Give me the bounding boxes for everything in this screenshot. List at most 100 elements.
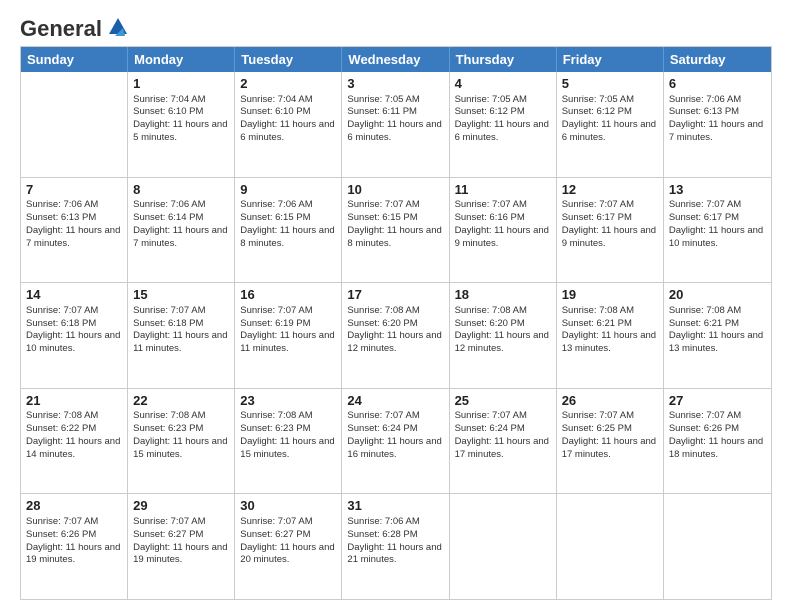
daylight: Daylight: 11 hours and 6 minutes. xyxy=(455,119,549,143)
sunset: Sunset: 6:20 PM xyxy=(455,318,525,329)
daylight: Daylight: 11 hours and 6 minutes. xyxy=(240,119,334,143)
day-number: 22 xyxy=(133,392,229,410)
calendar-cell: 13Sunrise: 7:07 AMSunset: 6:17 PMDayligh… xyxy=(664,178,771,283)
day-number: 3 xyxy=(347,75,443,93)
sunset: Sunset: 6:17 PM xyxy=(562,212,632,223)
daylight: Daylight: 11 hours and 11 minutes. xyxy=(240,330,334,354)
daylight: Daylight: 11 hours and 10 minutes. xyxy=(26,330,120,354)
sunset: Sunset: 6:11 PM xyxy=(347,106,417,117)
sunset: Sunset: 6:18 PM xyxy=(133,318,203,329)
weekday-header: Wednesday xyxy=(342,47,449,72)
calendar-header: SundayMondayTuesdayWednesdayThursdayFrid… xyxy=(21,47,771,72)
daylight: Daylight: 11 hours and 8 minutes. xyxy=(240,225,334,249)
day-number: 8 xyxy=(133,181,229,199)
day-number: 2 xyxy=(240,75,336,93)
day-number: 15 xyxy=(133,286,229,304)
logo-icon xyxy=(105,14,131,40)
sunrise: Sunrise: 7:05 AM xyxy=(562,94,634,105)
calendar: SundayMondayTuesdayWednesdayThursdayFrid… xyxy=(20,46,772,600)
daylight: Daylight: 11 hours and 8 minutes. xyxy=(347,225,441,249)
day-number: 20 xyxy=(669,286,766,304)
day-number: 7 xyxy=(26,181,122,199)
day-number: 28 xyxy=(26,497,122,515)
sunrise: Sunrise: 7:05 AM xyxy=(455,94,527,105)
day-number: 26 xyxy=(562,392,658,410)
calendar-row: 28Sunrise: 7:07 AM Sunset: 6:26 PM Dayligh… xyxy=(21,494,771,599)
calendar-cell xyxy=(664,494,771,599)
calendar-cell: 25Sunrise: 7:07 AMSunset: 6:24 PMDayligh… xyxy=(450,389,557,494)
sunrise: Sunrise: 7:07 AM xyxy=(455,199,527,210)
calendar-cell: 23Sunrise: 7:08 AMSunset: 6:23 PMDayligh… xyxy=(235,389,342,494)
calendar-cell: 30Sunrise: 7:07 AMSunset: 6:27 PMDayligh… xyxy=(235,494,342,599)
weekday-header: Tuesday xyxy=(235,47,342,72)
sunrise: Sunrise: 7:06 AM xyxy=(669,94,741,105)
sunrise: Sunrise: 7:07 AM xyxy=(669,410,741,421)
sunrise: Sunrise: 7:08 AM xyxy=(455,305,527,316)
weekday-header: Monday xyxy=(128,47,235,72)
sunrise: Sunrise: 7:07 AM xyxy=(347,199,419,210)
calendar-cell: 8Sunrise: 7:06 AMSunset: 6:14 PMDaylight… xyxy=(128,178,235,283)
sunset: Sunset: 6:13 PM xyxy=(26,212,96,223)
daylight: Daylight: 11 hours and 11 minutes. xyxy=(133,330,227,354)
sunrise: Sunrise: 7:08 AM xyxy=(347,305,419,316)
day-number: 12 xyxy=(562,181,658,199)
page: General SundayMondayTuesdayWednesdayThur… xyxy=(0,0,792,612)
daylight: Daylight: 11 hours and 12 minutes. xyxy=(347,330,441,354)
day-number: 1 xyxy=(133,75,229,93)
calendar-cell: 16Sunrise: 7:07 AMSunset: 6:19 PMDayligh… xyxy=(235,283,342,388)
calendar-cell: 21Sunrise: 7:08 AMSunset: 6:22 PMDayligh… xyxy=(21,389,128,494)
weekday-header: Sunday xyxy=(21,47,128,72)
sunrise: Sunrise: 7:07 AM xyxy=(669,199,741,210)
calendar-row: 1Sunrise: 7:04 AMSunset: 6:10 PMDaylight… xyxy=(21,72,771,178)
day-number: 23 xyxy=(240,392,336,410)
day-number: 13 xyxy=(669,181,766,199)
daylight: Daylight: 11 hours and 13 minutes. xyxy=(669,330,763,354)
calendar-body: 1Sunrise: 7:04 AMSunset: 6:10 PMDaylight… xyxy=(21,72,771,599)
sunrise: Sunrise: 7:06 AM xyxy=(133,199,205,210)
sunrise: Sunrise: 7:07 AM xyxy=(347,410,419,421)
daylight: Daylight: 11 hours and 13 minutes. xyxy=(562,330,656,354)
calendar-cell: 24Sunrise: 7:07 AMSunset: 6:24 PMDayligh… xyxy=(342,389,449,494)
sunset: Sunset: 6:18 PM xyxy=(26,318,96,329)
sunset: Sunset: 6:26 PM xyxy=(26,529,96,540)
sunrise: Sunrise: 7:08 AM xyxy=(669,305,741,316)
sunrise: Sunrise: 7:08 AM xyxy=(562,305,634,316)
sunset: Sunset: 6:23 PM xyxy=(240,423,310,434)
sunrise: Sunrise: 7:05 AM xyxy=(347,94,419,105)
calendar-cell: 20Sunrise: 7:08 AM Sunset: 6:21 PMDayligh… xyxy=(664,283,771,388)
calendar-cell: 12Sunrise: 7:07 AMSunset: 6:17 PMDayligh… xyxy=(557,178,664,283)
daylight: Daylight: 11 hours and 18 minutes. xyxy=(669,436,763,460)
daylight: Daylight: 11 hours and 7 minutes. xyxy=(133,225,227,249)
sunset: Sunset: 6:24 PM xyxy=(347,423,417,434)
sunset: Sunset: 6:20 PM xyxy=(347,318,417,329)
day-number: 19 xyxy=(562,286,658,304)
daylight: Daylight: 11 hours and 9 minutes. xyxy=(455,225,549,249)
day-number: 31 xyxy=(347,497,443,515)
calendar-cell: 2Sunrise: 7:04 AMSunset: 6:10 PMDaylight… xyxy=(235,72,342,177)
daylight: Daylight: 11 hours and 7 minutes. xyxy=(669,119,763,143)
sunset: Sunset: 6:12 PM xyxy=(455,106,525,117)
calendar-cell: 11Sunrise: 7:07 AMSunset: 6:16 PMDayligh… xyxy=(450,178,557,283)
calendar-cell xyxy=(450,494,557,599)
sunrise: Sunrise: 7:08 AM xyxy=(240,410,312,421)
sunrise: Sunrise: 7:08 AM xyxy=(26,410,98,421)
sunset: Sunset: 6:13 PM xyxy=(669,106,739,117)
sunset: Sunset: 6:22 PM xyxy=(26,423,96,434)
sunset: Sunset: 6:21 PM xyxy=(669,318,739,329)
daylight: Daylight: 11 hours and 17 minutes. xyxy=(562,436,656,460)
sunset: Sunset: 6:25 PM xyxy=(562,423,632,434)
calendar-cell: 3Sunrise: 7:05 AMSunset: 6:11 PMDaylight… xyxy=(342,72,449,177)
sunrise: Sunrise: 7:06 AM xyxy=(240,199,312,210)
day-number: 11 xyxy=(455,181,551,199)
calendar-row: 7 Sunrise: 7:06 AM Sunset: 6:13 PM Daylight… xyxy=(21,178,771,284)
weekday-header: Friday xyxy=(557,47,664,72)
sunrise: Sunrise: 7:07 AM xyxy=(26,516,98,527)
calendar-row: 21Sunrise: 7:08 AMSunset: 6:22 PMDayligh… xyxy=(21,389,771,495)
daylight: Daylight: 11 hours and 21 minutes. xyxy=(347,542,441,566)
sunrise: Sunrise: 7:04 AM xyxy=(133,94,205,105)
calendar-cell: 15Sunrise: 7:07 AMSunset: 6:18 PMDayligh… xyxy=(128,283,235,388)
calendar-cell: 14Sunrise: 7:07 AMSunset: 6:18 PMDayligh… xyxy=(21,283,128,388)
day-number: 16 xyxy=(240,286,336,304)
daylight: Daylight: 11 hours and 15 minutes. xyxy=(133,436,227,460)
day-number: 9 xyxy=(240,181,336,199)
